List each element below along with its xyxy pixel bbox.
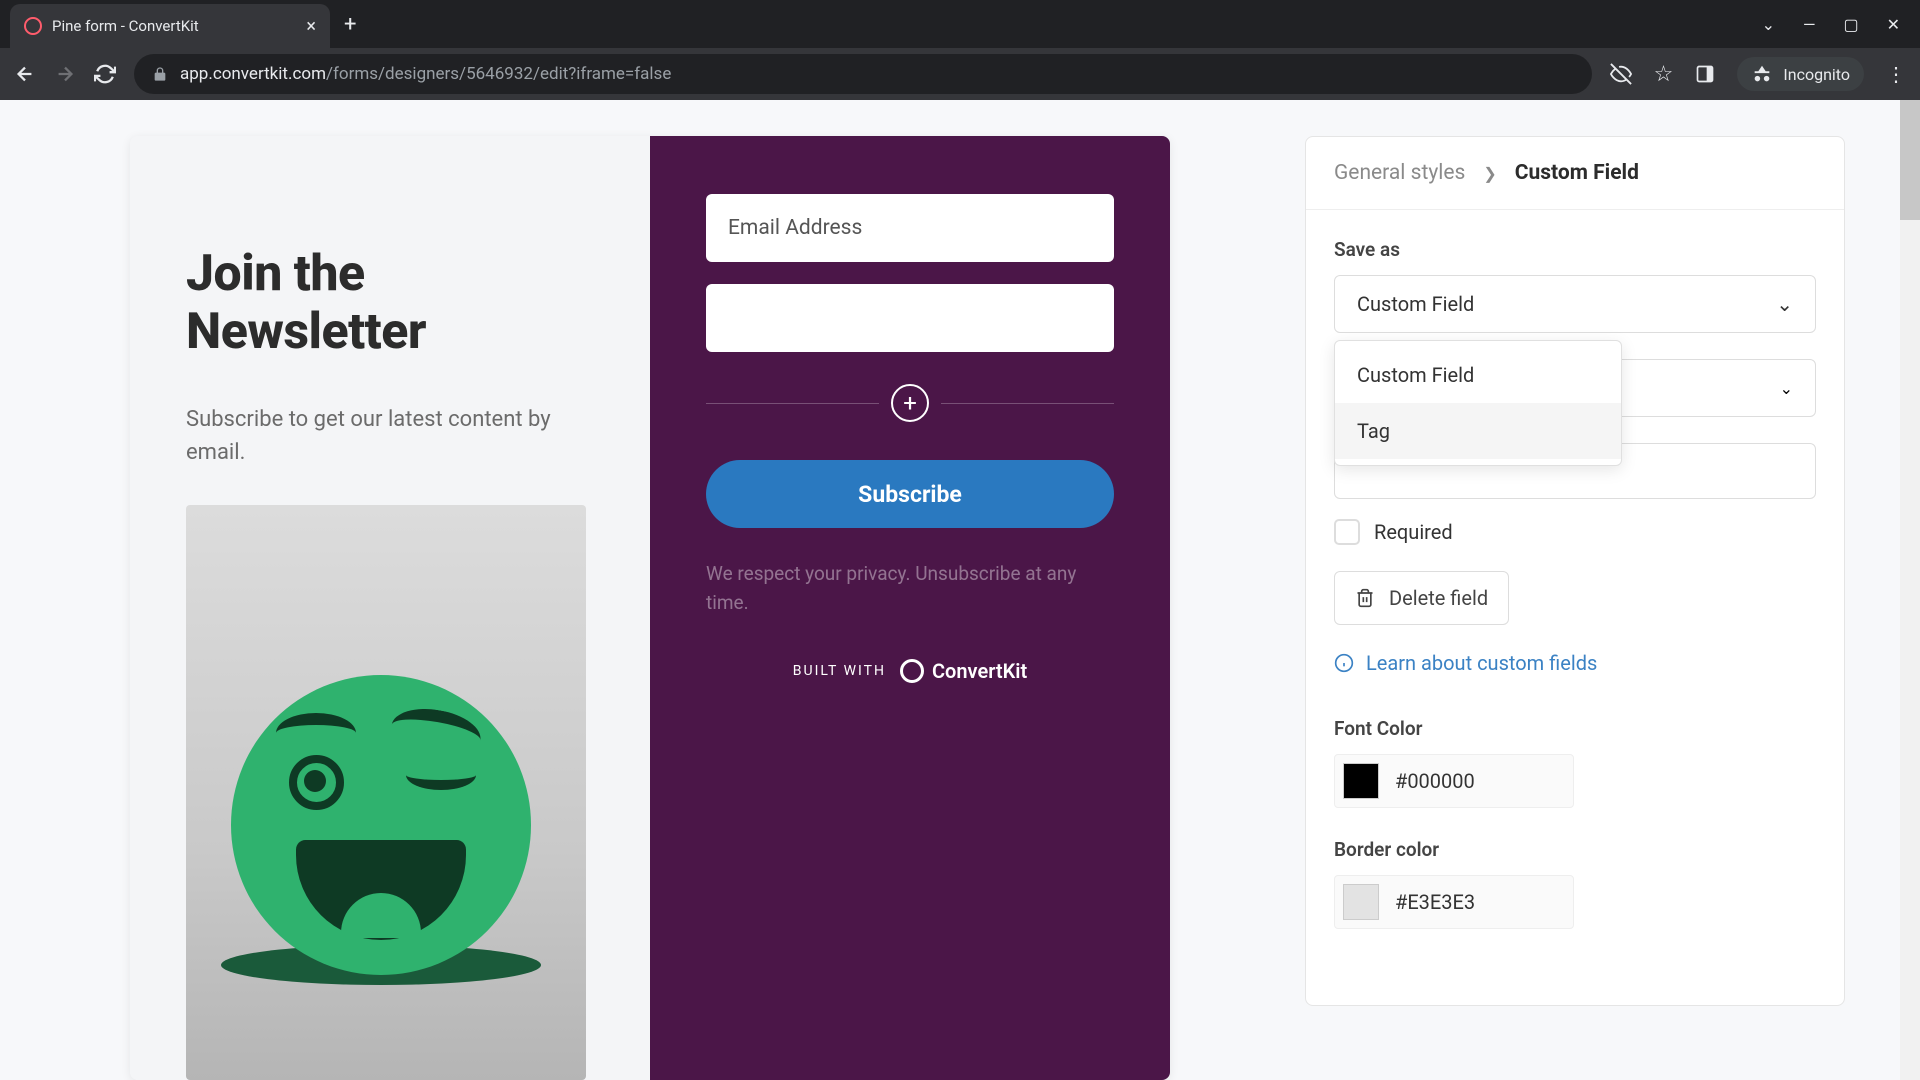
forward-button[interactable]	[54, 63, 76, 85]
url-input[interactable]: app.convertkit.com/forms/designers/56469…	[134, 54, 1592, 94]
required-label: Required	[1374, 520, 1453, 544]
maximize-icon[interactable]: ▢	[1843, 15, 1858, 34]
learn-link-label: Learn about custom fields	[1366, 651, 1597, 675]
required-row: Required	[1334, 519, 1816, 545]
learn-link[interactable]: Learn about custom fields	[1334, 651, 1816, 675]
toolbar-right: ☆ Incognito ⋮	[1610, 57, 1906, 91]
subscribe-label: Subscribe	[858, 481, 962, 508]
dropdown-option-custom-field[interactable]: Custom Field	[1335, 347, 1621, 403]
save-as-label: Save as	[1334, 238, 1816, 261]
back-button[interactable]	[14, 63, 36, 85]
close-window-icon[interactable]: ✕	[1887, 15, 1900, 34]
chevron-down-icon: ⌄	[1776, 292, 1793, 316]
browser-tab[interactable]: Pine form - ConvertKit ×	[10, 4, 330, 48]
form-right-pane: Email Address + Subscribe We respect you…	[650, 136, 1170, 1080]
brand-label: ConvertKit	[932, 659, 1027, 683]
convertkit-icon	[900, 659, 924, 683]
border-color-swatch	[1343, 884, 1379, 920]
tab-title: Pine form - ConvertKit	[52, 17, 296, 35]
chevron-down-icon: ⌄	[1780, 379, 1793, 398]
page-scrollbar[interactable]	[1900, 100, 1920, 1080]
breadcrumb-current: Custom Field	[1515, 161, 1639, 185]
window-controls: ⌄ ― ▢ ✕	[1762, 15, 1920, 34]
form-subheading[interactable]: Subscribe to get our latest content by e…	[186, 403, 594, 469]
save-as-dropdown-menu: Custom Field Tag	[1334, 340, 1622, 466]
save-as-value: Custom Field	[1357, 292, 1474, 316]
bookmark-icon[interactable]: ☆	[1654, 62, 1674, 87]
border-color-picker[interactable]: #E3E3E3	[1334, 875, 1574, 929]
delete-field-button[interactable]: Delete field	[1334, 571, 1509, 625]
url-text: app.convertkit.com/forms/designers/56469…	[180, 64, 671, 84]
built-with-badge[interactable]: BUILT WITH ConvertKit	[706, 659, 1114, 683]
settings-panel: General styles ❯ Custom Field Save as Cu…	[1305, 136, 1845, 1006]
form-image[interactable]	[186, 505, 586, 1080]
form-preview: Join the Newsletter Subscribe to get our…	[130, 136, 1170, 1080]
border-color-label: Border color	[1334, 838, 1816, 861]
address-bar: app.convertkit.com/forms/designers/56469…	[0, 48, 1920, 100]
dropdown-option-tag[interactable]: Tag	[1335, 403, 1621, 459]
breadcrumb: General styles ❯ Custom Field	[1306, 137, 1844, 210]
chevron-right-icon: ❯	[1483, 164, 1496, 183]
custom-field-input[interactable]	[706, 284, 1114, 352]
tabs-dropdown-icon[interactable]: ⌄	[1762, 15, 1775, 34]
close-icon[interactable]: ×	[306, 16, 316, 37]
tab-bar: Pine form - ConvertKit × + ⌄ ― ▢ ✕	[0, 0, 1920, 48]
trash-icon	[1355, 588, 1375, 608]
font-color-swatch	[1343, 763, 1379, 799]
privacy-text[interactable]: We respect your privacy. Unsubscribe at …	[706, 560, 1114, 617]
subscribe-button[interactable]: Subscribe	[706, 460, 1114, 528]
side-panel-icon[interactable]	[1695, 64, 1715, 84]
page-content: Join the Newsletter Subscribe to get our…	[0, 100, 1920, 1080]
delete-label: Delete field	[1389, 586, 1488, 610]
info-icon	[1334, 653, 1354, 673]
breadcrumb-parent[interactable]: General styles	[1334, 161, 1465, 185]
reload-button[interactable]	[94, 63, 116, 85]
required-checkbox[interactable]	[1334, 519, 1360, 545]
scrollbar-thumb[interactable]	[1900, 100, 1920, 220]
email-placeholder: Email Address	[728, 216, 862, 240]
lock-icon	[152, 66, 168, 82]
font-color-value: #000000	[1395, 769, 1475, 793]
email-field[interactable]: Email Address	[706, 194, 1114, 262]
incognito-badge[interactable]: Incognito	[1737, 57, 1864, 91]
form-heading[interactable]: Join the Newsletter	[186, 246, 594, 361]
built-with-label: BUILT WITH	[793, 663, 886, 679]
incognito-label: Incognito	[1783, 65, 1850, 84]
incognito-icon	[1751, 63, 1773, 85]
browser-chrome: Pine form - ConvertKit × + ⌄ ― ▢ ✕ app.c…	[0, 0, 1920, 100]
new-tab-button[interactable]: +	[330, 4, 370, 45]
favicon-icon	[24, 17, 42, 35]
add-field-separator: +	[706, 384, 1114, 422]
font-color-picker[interactable]: #000000	[1334, 754, 1574, 808]
minimize-icon[interactable]: ―	[1803, 15, 1816, 34]
form-left-pane: Join the Newsletter Subscribe to get our…	[130, 136, 650, 1080]
font-color-label: Font Color	[1334, 717, 1816, 740]
add-field-button[interactable]: +	[891, 384, 929, 422]
convertkit-logo: ConvertKit	[900, 659, 1027, 683]
settings-scroll[interactable]: Save as Custom Field ⌄ Custom Field Tag …	[1306, 210, 1844, 1005]
border-color-value: #E3E3E3	[1395, 890, 1475, 914]
save-as-dropdown[interactable]: Custom Field ⌄	[1334, 275, 1816, 333]
eye-off-icon[interactable]	[1610, 63, 1632, 85]
menu-icon[interactable]: ⋮	[1886, 62, 1906, 86]
